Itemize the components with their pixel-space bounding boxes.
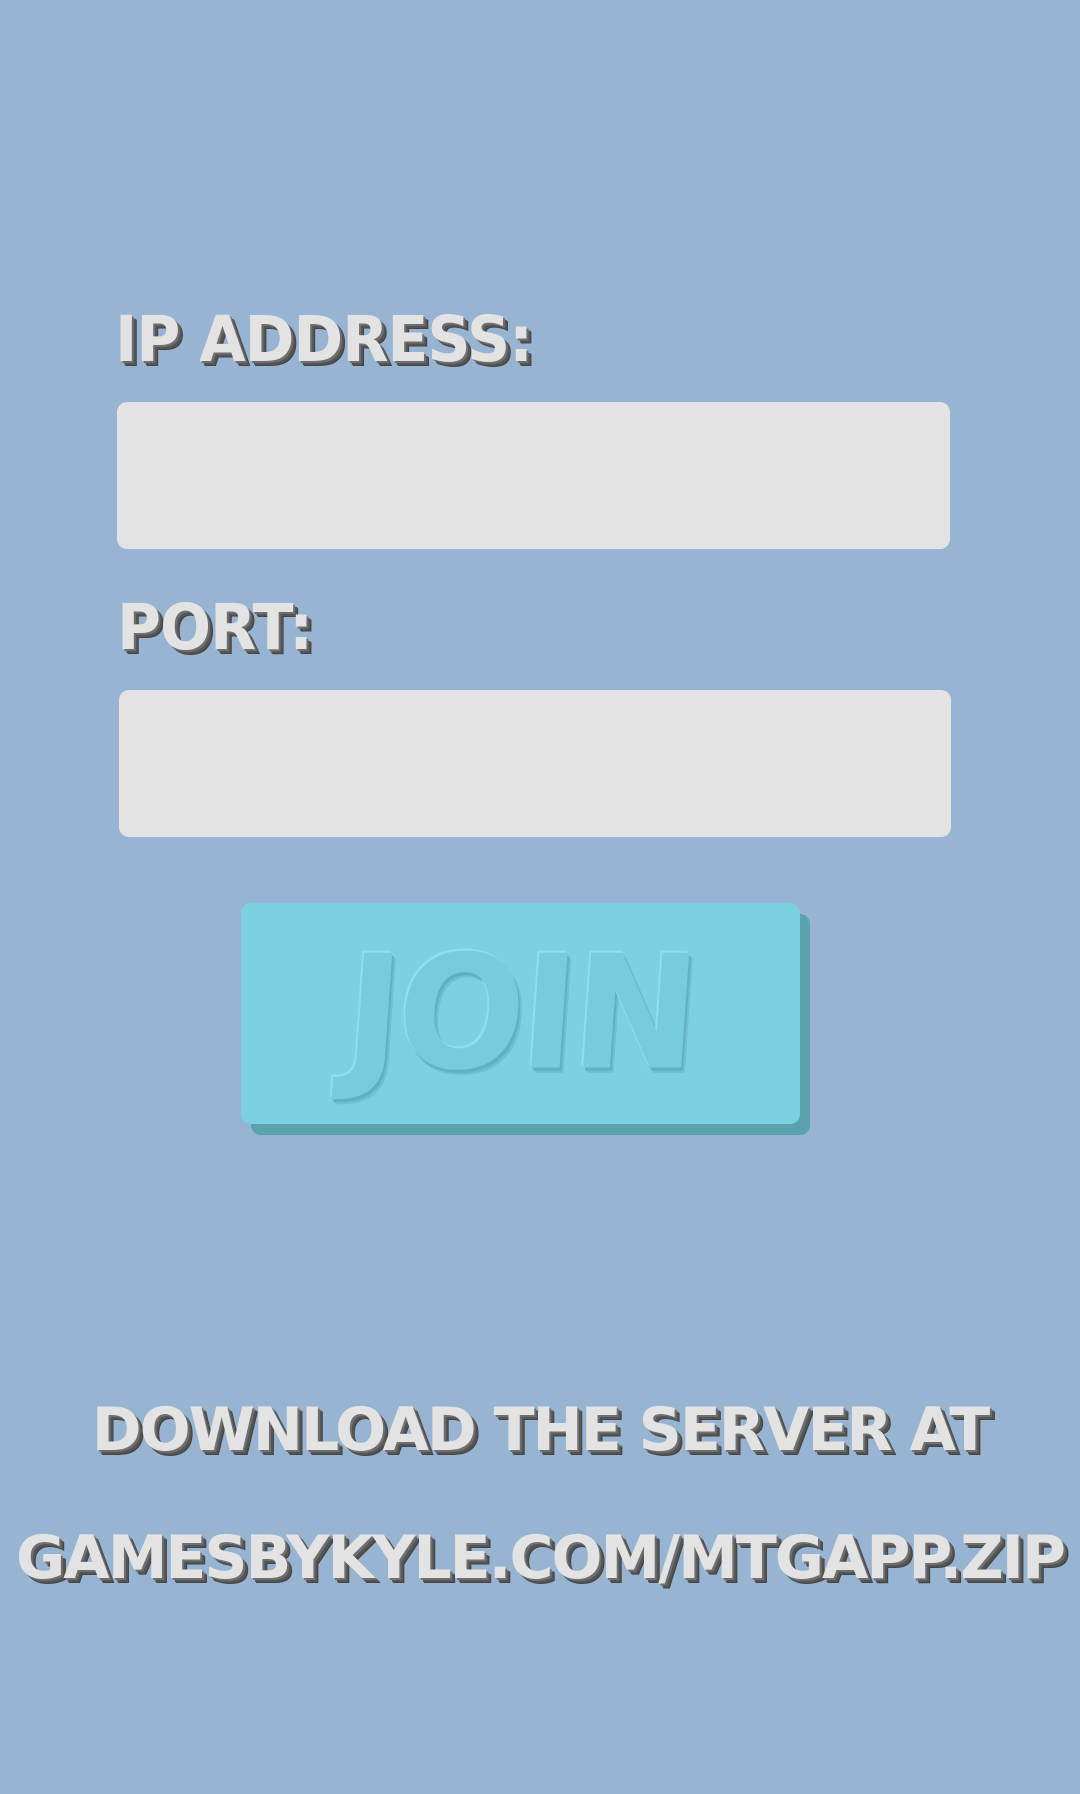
ip-address-label: IP ADDRESS: bbox=[115, 303, 533, 377]
ip-address-input[interactable] bbox=[117, 402, 950, 549]
port-input[interactable] bbox=[119, 690, 951, 837]
join-button[interactable]: JOIN bbox=[241, 903, 800, 1124]
server-download-text: DOWNLOAD THE SERVER AT bbox=[91, 1395, 990, 1465]
join-button-label: JOIN bbox=[339, 922, 702, 1105]
port-label: PORT: bbox=[117, 591, 313, 665]
server-download-url: GAMESBYKYLE.COM/MTGAPP.ZIP bbox=[16, 1523, 1066, 1593]
